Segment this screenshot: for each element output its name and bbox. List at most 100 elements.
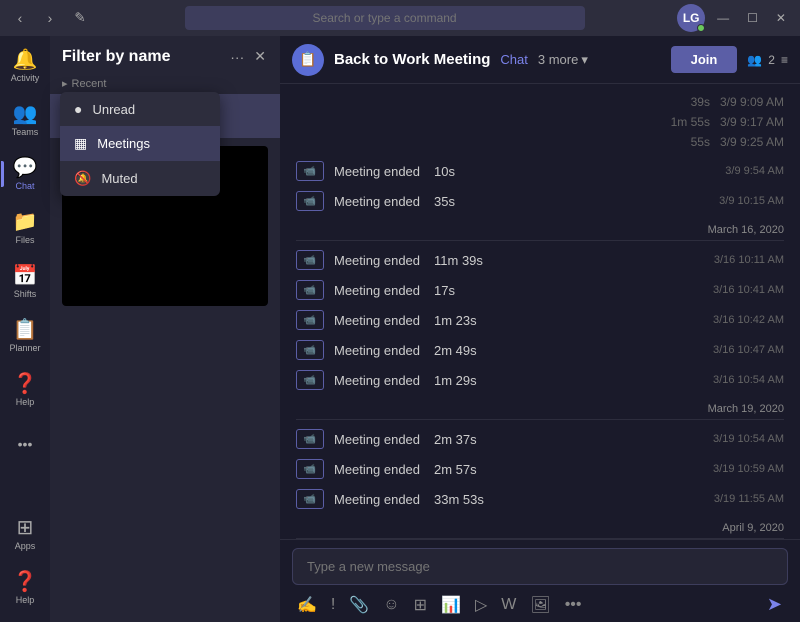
- chat-label[interactable]: Chat: [500, 52, 527, 67]
- cam-icon: 📹: [296, 429, 324, 449]
- sidebar-item-planner[interactable]: 📋 Planner: [3, 310, 47, 362]
- search-input[interactable]: [185, 6, 585, 30]
- early-messages-group: 39s 3/9 9:09 AM 1m 55s 3/9 9:17 AM 55s 3…: [296, 92, 784, 156]
- meeting-time: 3/19 11:55 AM: [714, 493, 784, 505]
- sidebar-bottom: ⊞ Apps ❓ Help: [3, 508, 47, 622]
- minimize-button[interactable]: —: [711, 11, 735, 25]
- chart-button[interactable]: 📊: [436, 592, 466, 618]
- meeting-time: 3/19 10:54 AM: [713, 433, 784, 445]
- left-panel-actions: ··· ✕: [228, 46, 268, 67]
- meetings-icon: ▦: [74, 135, 87, 152]
- cam-icon: 📹: [296, 161, 324, 181]
- duration: 17s: [434, 283, 455, 298]
- participants-count: 2: [768, 53, 775, 67]
- help-icon: ❓: [13, 374, 38, 394]
- sidebar-item-help2[interactable]: ❓ Help: [3, 562, 47, 614]
- meeting-ended-label: Meeting ended: [334, 462, 420, 477]
- more-toolbar-button[interactable]: •••: [560, 593, 587, 617]
- sidebar-item-activity[interactable]: 🔔 Activity: [3, 40, 47, 92]
- word-button[interactable]: W: [496, 593, 521, 617]
- duration: 1m 29s: [434, 373, 477, 388]
- meeting-time: 3/16 10:54 AM: [713, 374, 784, 386]
- meeting-entry: 📹 Meeting ended 33m 53s 3/19 11:55 AM: [296, 484, 784, 514]
- duration: 10s: [434, 164, 455, 179]
- avatar: LG: [677, 4, 705, 32]
- meeting-entry: 📹 Meeting ended 17s 3/16 10:41 AM: [296, 275, 784, 305]
- cam-icon: 📹: [296, 250, 324, 270]
- duration: 1m 23s: [434, 313, 477, 328]
- sidebar-item-apps[interactable]: ⊞ Apps: [3, 508, 47, 560]
- cam-icon: 📹: [296, 340, 324, 360]
- more-tabs-label: 3 more: [538, 52, 578, 67]
- sidebar-item-more[interactable]: •••: [3, 418, 47, 470]
- format-text-button[interactable]: ✍: [292, 592, 322, 618]
- send-button[interactable]: ➤: [761, 591, 788, 618]
- files-icon: 📁: [13, 212, 38, 232]
- app-button[interactable]: ⊞: [409, 592, 432, 618]
- emoji-button[interactable]: ☺: [378, 593, 404, 617]
- sidebar-item-files[interactable]: 📁 Files: [3, 202, 47, 254]
- sidebar-item-teams[interactable]: 👥 Teams: [3, 94, 47, 146]
- meeting-entry: 📹 Meeting ended 1m 23s 3/16 10:42 AM: [296, 305, 784, 335]
- avatar-initials: LG: [683, 11, 700, 25]
- chat-icon: 💬: [13, 158, 38, 178]
- compose-area: ✍ ! 📎 ☺ ⊞ 📊 ▷ W 🖼 ••• ➤: [280, 539, 800, 622]
- date-divider-april9: April 9, 2020: [296, 514, 784, 539]
- dropdown-item-muted[interactable]: 🔕 Muted: [60, 161, 220, 196]
- meeting-time: 3/16 10:42 AM: [713, 314, 784, 326]
- close-button[interactable]: ✕: [770, 11, 792, 25]
- back-button[interactable]: ‹: [8, 6, 32, 30]
- sidebar-item-chat[interactable]: 💬 Chat: [3, 148, 47, 200]
- sidebar: 🔔 Activity 👥 Teams 💬 Chat 📁 Files 📅 Shif…: [0, 36, 50, 622]
- meeting-symbol: 📋: [299, 51, 316, 68]
- planner-icon: 📋: [13, 320, 38, 340]
- early-entry-2: 1m 55s 3/9 9:17 AM: [296, 112, 784, 132]
- cam-icon: 📹: [296, 280, 324, 300]
- meeting-entry: 📹 Meeting ended 2m 49s 3/16 10:47 AM: [296, 335, 784, 365]
- cam-icon: 📹: [296, 489, 324, 509]
- help2-icon: ❓: [13, 572, 38, 592]
- early-entry-1: 39s 3/9 9:09 AM: [296, 92, 784, 112]
- meeting-title: Back to Work Meeting: [334, 51, 490, 68]
- cam-icon: 📹: [296, 370, 324, 390]
- close-panel-button[interactable]: ✕: [252, 46, 268, 67]
- meeting-time: 3/16 10:41 AM: [713, 284, 784, 296]
- meeting-entry: 📹 Meeting ended 2m 57s 3/19 10:59 AM: [296, 454, 784, 484]
- sidebar-label-apps: Apps: [15, 541, 36, 551]
- meeting-ended-label: Meeting ended: [334, 253, 420, 268]
- important-button[interactable]: !: [326, 593, 340, 617]
- sidebar-label-chat: Chat: [15, 181, 34, 191]
- dropdown-item-meetings[interactable]: ▦ Meetings: [60, 126, 220, 161]
- forward-button[interactable]: ›: [38, 6, 62, 30]
- sidebar-item-shifts[interactable]: 📅 Shifts: [3, 256, 47, 308]
- meeting-entry: 📹 Meeting ended 2m 37s 3/19 10:54 AM: [296, 424, 784, 454]
- join-button[interactable]: Join: [671, 46, 738, 73]
- meeting-ended-label: Meeting ended: [334, 194, 420, 209]
- edit-button[interactable]: ✎: [68, 6, 92, 30]
- meeting-ended-label: Meeting ended: [334, 283, 420, 298]
- meeting-ended-label: Meeting ended: [334, 432, 420, 447]
- meeting-time: 3/16 10:11 AM: [714, 254, 784, 266]
- sidebar-label-planner: Planner: [9, 343, 40, 353]
- menu-icon[interactable]: ≡: [781, 53, 788, 67]
- meeting-ended-label: Meeting ended: [334, 343, 420, 358]
- left-panel-header: Filter by name ··· ✕: [50, 36, 280, 73]
- early-entry-3: 55s 3/9 9:25 AM: [296, 132, 784, 152]
- compose-input[interactable]: [292, 548, 788, 585]
- duration: 2m 57s: [434, 462, 477, 477]
- early-text-2: 1m 55s 3/9 9:17 AM: [671, 115, 784, 129]
- image-button[interactable]: 🖼: [525, 592, 555, 618]
- more-tabs-button[interactable]: 3 more ▾: [538, 52, 588, 68]
- maximize-button[interactable]: ☐: [741, 11, 764, 25]
- dropdown-item-unread[interactable]: ● Unread: [60, 92, 220, 126]
- meeting-ended-label: Meeting ended: [334, 492, 420, 507]
- titlebar-left: ‹ › ✎: [8, 6, 92, 30]
- sidebar-item-help[interactable]: ❓ Help: [3, 364, 47, 416]
- play-button[interactable]: ▷: [470, 592, 492, 618]
- attach-button[interactable]: 📎: [344, 592, 374, 618]
- chevron-down-icon: ▾: [581, 52, 588, 68]
- messages-area[interactable]: 39s 3/9 9:09 AM 1m 55s 3/9 9:17 AM 55s 3…: [280, 84, 800, 539]
- more-options-button[interactable]: ···: [228, 46, 246, 67]
- left-panel: Filter by name ··· ✕ ▸ Recent LG Laurent…: [50, 36, 280, 622]
- sidebar-label-teams: Teams: [12, 127, 39, 137]
